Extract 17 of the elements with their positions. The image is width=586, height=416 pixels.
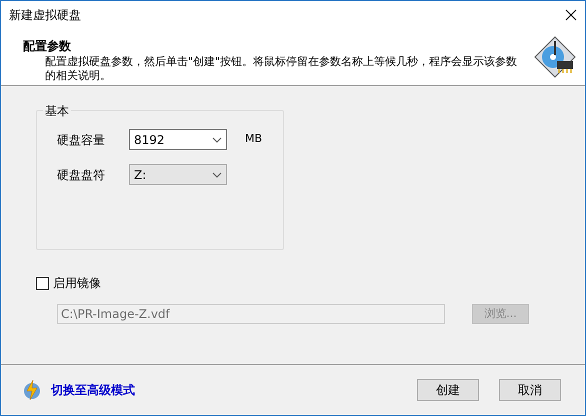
dialog-button[interactable]: 创建 <box>417 379 479 401</box>
advanced-mode-link[interactable]: 切换至高级模式 <box>51 381 135 399</box>
dialog-button[interactable]: 取消 <box>499 379 561 401</box>
checkbox[interactable] <box>36 276 49 290</box>
unit-label: MB <box>245 131 262 148</box>
header-description: 配置虚拟硬盘参数，然后单击"创建"按钮。将鼠标停留在参数名称上等候几秒，程序会显示该参数的相关说明。 <box>44 55 518 83</box>
disk-chip-icon <box>533 35 577 79</box>
window-title: 新建虚拟硬盘 <box>9 7 81 24</box>
field-label: 硬盘容量 <box>57 132 106 148</box>
close-icon[interactable] <box>565 9 577 21</box>
dropdown[interactable]: 8192 <box>129 129 227 150</box>
chevron-down-icon <box>212 136 222 142</box>
dropdown[interactable]: Z: <box>129 164 227 185</box>
checkbox-label: 启用镜像 <box>53 275 101 292</box>
chevron-down-icon <box>212 172 222 178</box>
field-label: 硬盘盘符 <box>57 166 106 184</box>
header-title: 配置参数 <box>23 38 72 55</box>
